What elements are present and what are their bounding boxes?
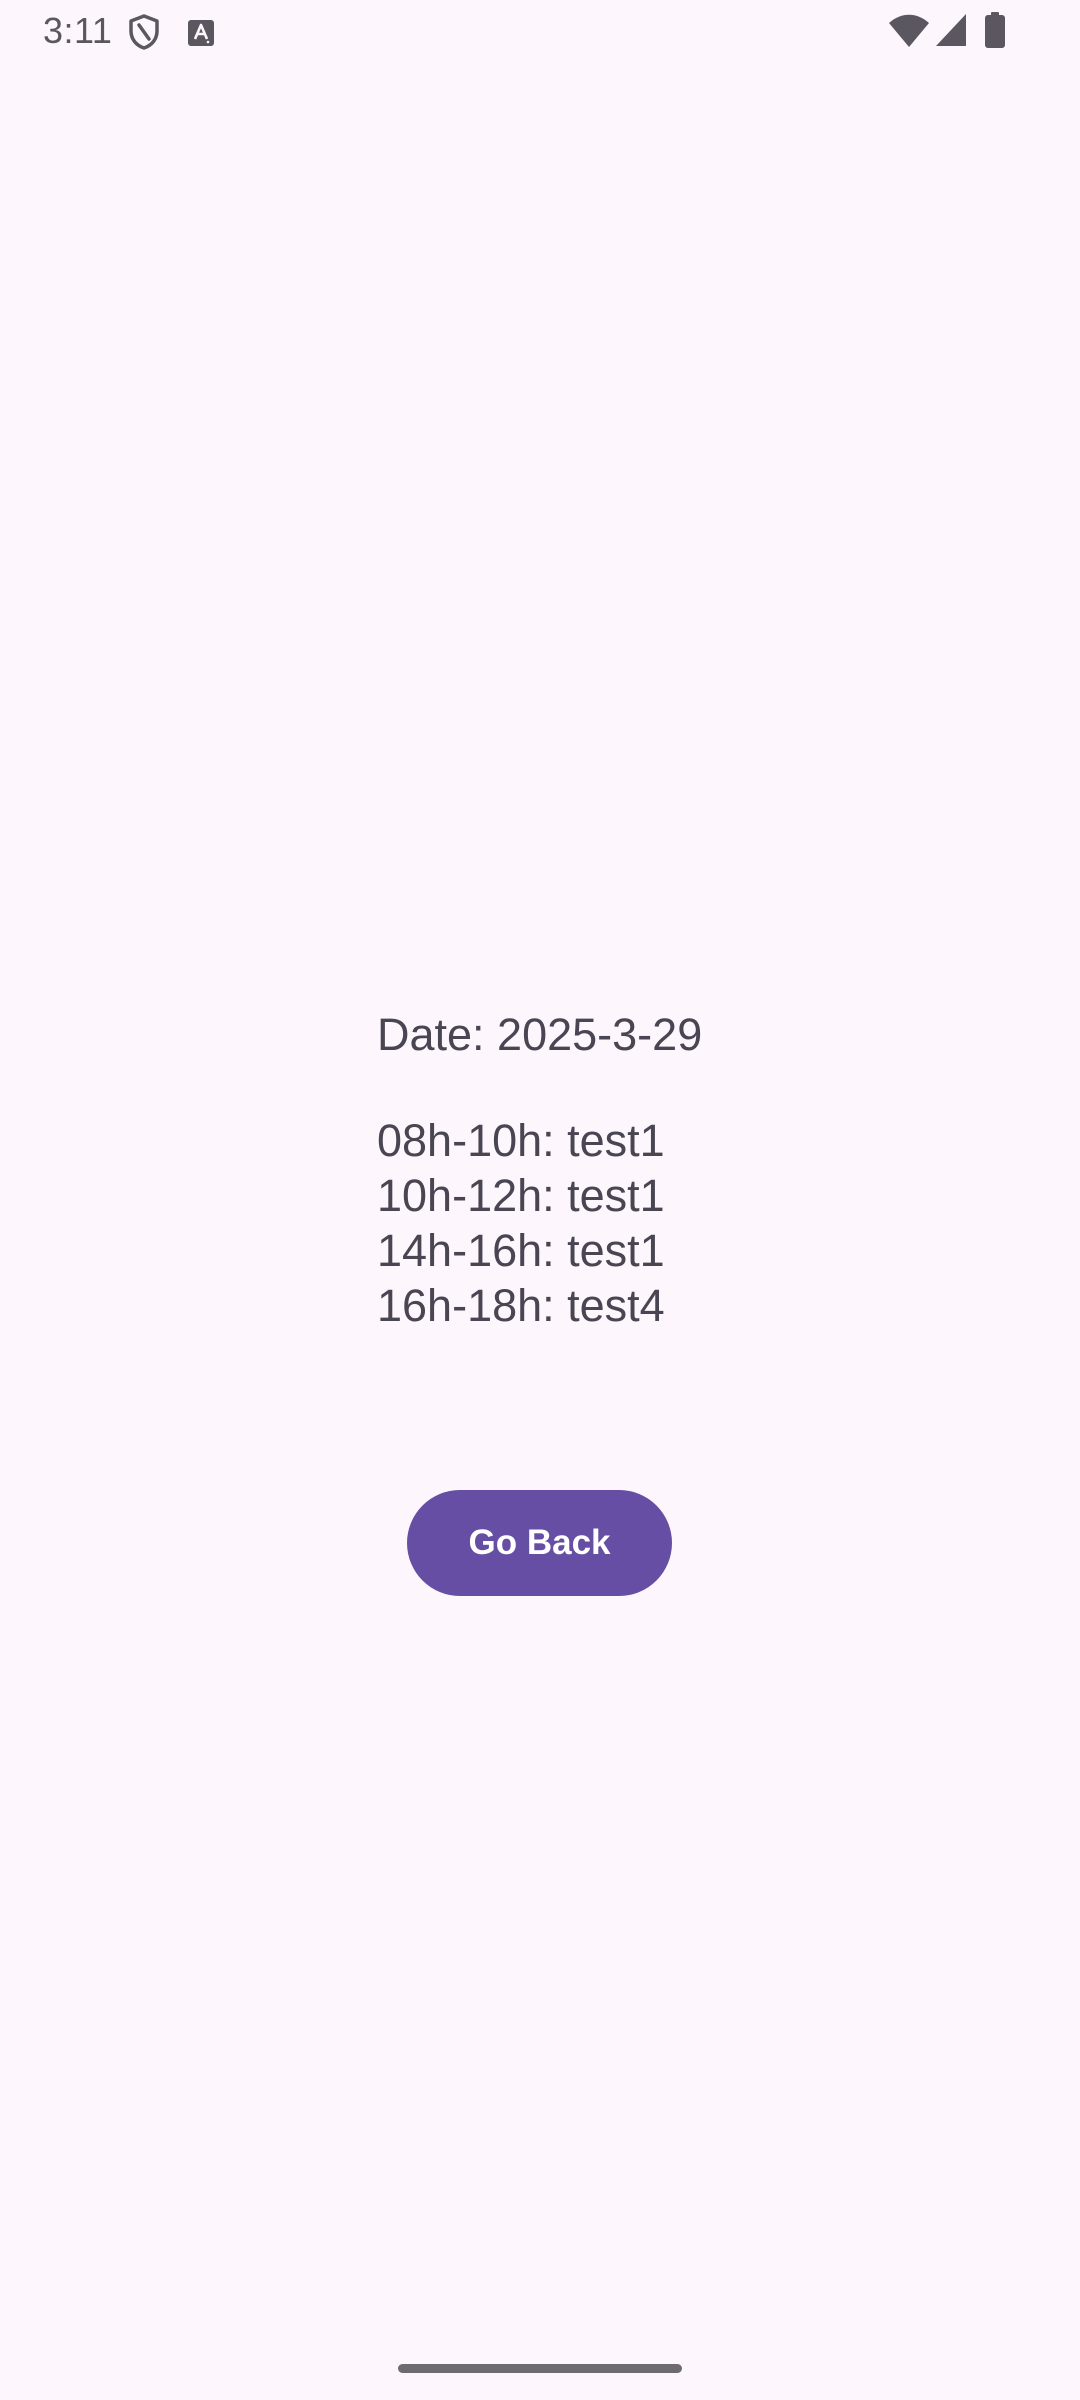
schedule-list: 08h-10h: test1 10h-12h: test1 14h-16h: t… [377, 1113, 937, 1333]
battery-icon [985, 12, 1005, 48]
go-back-button[interactable]: Go Back [407, 1490, 672, 1596]
schedule-content: Date: 2025-3-29 08h-10h: test1 10h-12h: … [377, 1005, 937, 1333]
cellular-signal-icon [936, 14, 966, 46]
schedule-entry: 08h-10h: test1 [377, 1115, 665, 1166]
shield-icon [129, 14, 159, 50]
wifi-icon [889, 14, 929, 47]
schedule-entry: 10h-12h: test1 [377, 1170, 665, 1221]
home-gesture-bar[interactable] [398, 2364, 682, 2373]
text-input-icon [188, 20, 214, 46]
schedule-entry: 16h-18h: test4 [377, 1280, 665, 1331]
schedule-entry: 14h-16h: test1 [377, 1225, 665, 1276]
status-bar: 3:11 [0, 0, 1080, 62]
status-time: 3:11 [43, 10, 113, 51]
schedule-date: Date: 2025-3-29 [377, 1009, 703, 1060]
